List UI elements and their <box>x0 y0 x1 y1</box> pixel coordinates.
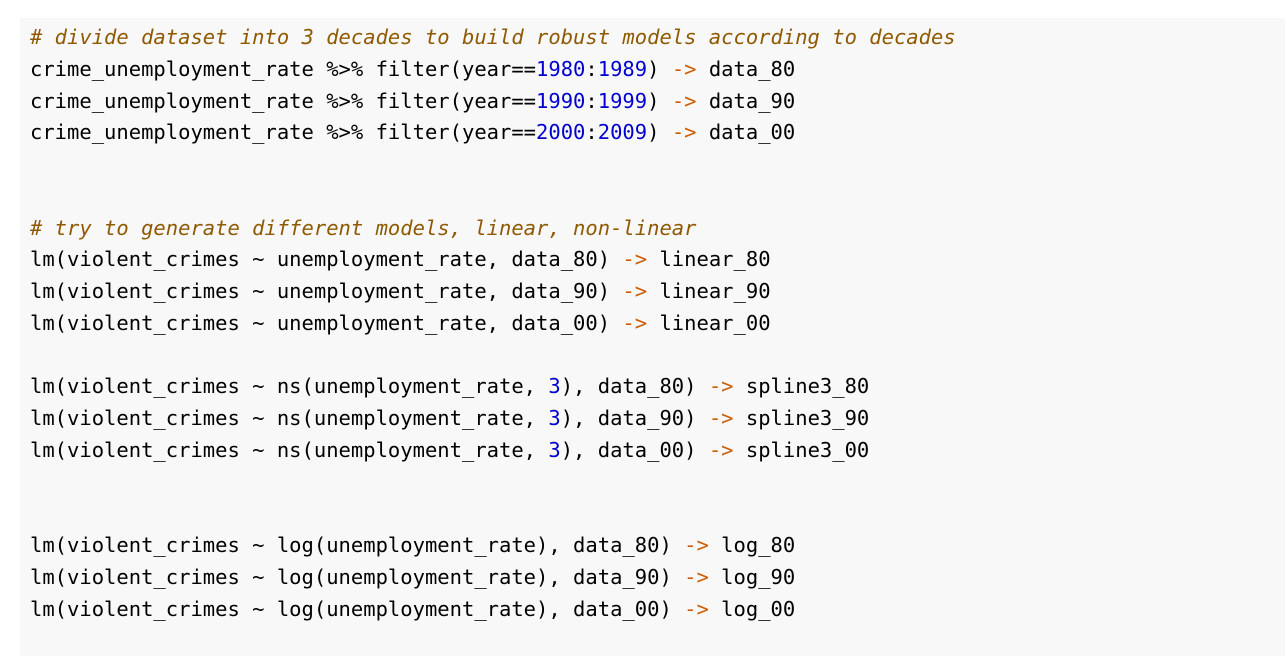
code-text: data_00 <box>696 120 796 145</box>
code-comment: # divide dataset into 3 decades to build… <box>30 25 956 49</box>
code-operator: -> <box>622 279 648 303</box>
code-text: : <box>585 120 598 145</box>
code-text: lm(violent_crimes ~ ns(unemployment_rate… <box>30 374 549 399</box>
code-number: 1980 <box>536 56 586 81</box>
code-line: lm(violent_crimes ~ log(unemployment_rat… <box>30 562 1285 594</box>
code-text: data_80 <box>696 56 796 81</box>
code-line: lm(violent_crimes ~ unemployment_rate, d… <box>30 308 1285 340</box>
code-text: data_90 <box>696 88 796 113</box>
code-text: crime_unemployment_rate %>% filter(year=… <box>30 120 537 145</box>
code-line: crime_unemployment_rate %>% filter(year=… <box>30 86 1285 118</box>
code-operator: -> <box>684 596 709 621</box>
code-number: 1989 <box>597 56 648 81</box>
code-operator: -> <box>671 120 697 145</box>
code-operator: -> <box>684 564 709 589</box>
code-text: lm(violent_crimes ~ ns(unemployment_rate… <box>30 406 549 430</box>
code-text: crime_unemployment_rate %>% filter(year=… <box>30 88 537 113</box>
code-text: ), data_00) <box>560 437 709 462</box>
code-operator: -> <box>708 437 734 462</box>
code-number: 3 <box>548 437 561 462</box>
code-text: ) <box>647 56 672 81</box>
code-number: 3 <box>548 406 561 430</box>
code-text: log_90 <box>708 564 796 589</box>
code-text: ) <box>647 88 672 113</box>
code-line: lm(violent_crimes ~ ns(unemployment_rate… <box>30 435 1285 467</box>
code-text: lm(violent_crimes ~ unemployment_rate, d… <box>30 310 623 335</box>
code-block: # divide dataset into 3 decades to build… <box>20 18 1285 656</box>
code-text: spline3_90 <box>733 406 870 430</box>
code-text: spline3_00 <box>733 437 870 462</box>
code-line: lm(violent_crimes ~ ns(unemployment_rate… <box>30 403 1285 435</box>
code-text: : <box>585 56 598 81</box>
code-number: 2009 <box>597 120 648 145</box>
code-text: lm(violent_crimes ~ log(unemployment_rat… <box>30 533 685 557</box>
code-operator: -> <box>622 247 648 272</box>
code-number: 2000 <box>536 120 586 145</box>
code-operator: -> <box>708 406 734 430</box>
code-operator: -> <box>671 88 697 113</box>
code-text: log_80 <box>708 533 796 557</box>
code-text: linear_90 <box>647 279 771 303</box>
code-line: # try to generate different models, line… <box>30 213 1285 245</box>
code-line: lm(violent_crimes ~ unemployment_rate, d… <box>30 276 1285 308</box>
code-text: lm(violent_crimes ~ ns(unemployment_rate… <box>30 437 549 462</box>
code-text: lm(violent_crimes ~ unemployment_rate, d… <box>30 279 623 303</box>
code-comment: # try to generate different models, line… <box>30 215 697 240</box>
code-operator: -> <box>671 56 697 81</box>
code-text: ), data_80) <box>560 374 709 399</box>
code-text: crime_unemployment_rate %>% filter(year=… <box>30 56 537 81</box>
code-operator: -> <box>708 374 734 399</box>
code-text: spline3_80 <box>733 374 870 399</box>
code-text: linear_80 <box>647 247 771 272</box>
code-line: lm(violent_crimes ~ log(unemployment_rat… <box>30 594 1285 626</box>
code-line: crime_unemployment_rate %>% filter(year=… <box>30 54 1285 86</box>
code-text: lm(violent_crimes ~ log(unemployment_rat… <box>30 564 685 589</box>
code-line: lm(violent_crimes ~ log(unemployment_rat… <box>30 530 1285 562</box>
code-line: crime_unemployment_rate %>% filter(year=… <box>30 117 1285 149</box>
code-text: ) <box>647 120 672 145</box>
code-number: 3 <box>548 374 561 399</box>
code-operator: -> <box>684 533 709 557</box>
code-text: log_00 <box>708 596 796 621</box>
code-line: lm(violent_crimes ~ ns(unemployment_rate… <box>30 371 1285 403</box>
code-line: # divide dataset into 3 decades to build… <box>30 22 1285 54</box>
code-text: lm(violent_crimes ~ unemployment_rate, d… <box>30 247 623 272</box>
code-text: linear_00 <box>647 310 771 335</box>
code-text: ), data_90) <box>560 406 709 430</box>
code-number: 1990 <box>536 88 586 113</box>
code-line: lm(violent_crimes ~ unemployment_rate, d… <box>30 244 1285 276</box>
code-text: lm(violent_crimes ~ log(unemployment_rat… <box>30 596 685 621</box>
code-text: : <box>585 88 598 113</box>
code-number: 1999 <box>597 88 648 113</box>
code-operator: -> <box>622 310 648 335</box>
